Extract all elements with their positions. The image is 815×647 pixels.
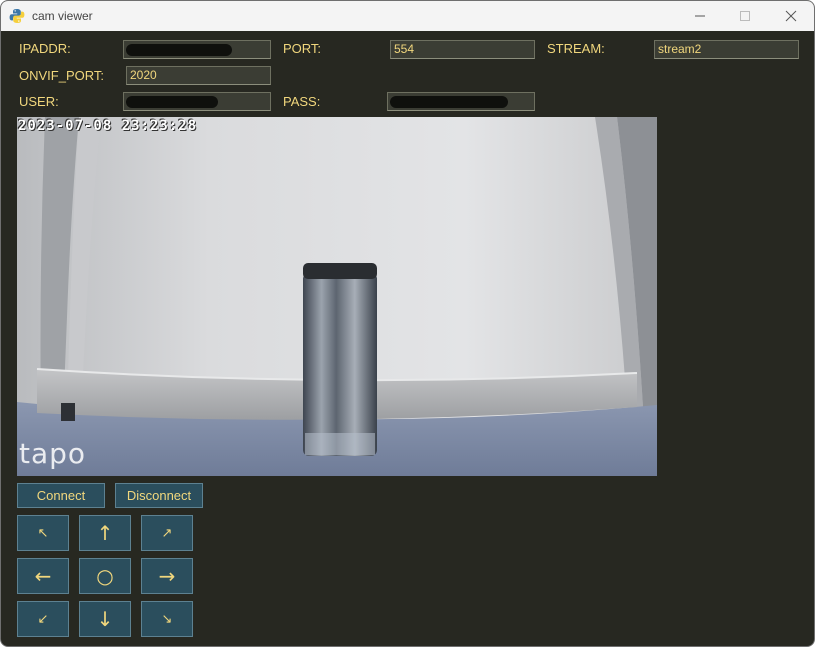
stream-label: STREAM: (547, 41, 605, 56)
tapo-watermark: tapo (19, 437, 87, 470)
ptz-down-left-button[interactable]: ↙ (17, 601, 69, 637)
ipaddr-input[interactable] (123, 40, 271, 59)
ptz-down-button[interactable]: ↓ (79, 601, 131, 637)
ipaddr-label: IPADDR: (19, 41, 71, 56)
ptz-left-button[interactable]: ← (17, 558, 69, 594)
redacted-value (126, 96, 218, 108)
bottle (303, 273, 377, 456)
camera-video-frame: 2023-07-08 23:23:28 tapo (17, 117, 657, 476)
user-label: USER: (19, 94, 59, 109)
title-bar[interactable]: cam viewer (1, 1, 814, 31)
redacted-value (390, 96, 508, 108)
onvif-port-input[interactable]: 2020 (126, 66, 271, 85)
onvif-port-label: ONVIF_PORT: (19, 68, 105, 83)
close-button[interactable] (768, 1, 814, 31)
user-input[interactable] (123, 92, 271, 111)
ptz-right-button[interactable]: → (141, 558, 193, 594)
app-window: cam viewer IPADDR: PORT: 554 STREAM: str… (0, 0, 815, 647)
ptz-up-right-button[interactable]: ↗ (141, 515, 193, 551)
stream-input[interactable]: stream2 (654, 40, 799, 59)
connect-button[interactable]: Connect (17, 483, 105, 508)
minimize-icon (695, 15, 705, 17)
ptz-down-right-button[interactable]: ↘ (141, 601, 193, 637)
video-timestamp: 2023-07-08 23:23:28 (18, 118, 198, 134)
port-input[interactable]: 554 (390, 40, 535, 59)
window-title: cam viewer (32, 9, 93, 23)
ptz-up-left-button[interactable]: ↖ (17, 515, 69, 551)
bottle-lid (303, 263, 377, 279)
pass-input[interactable] (387, 92, 535, 111)
redacted-value (126, 44, 232, 56)
ptz-up-button[interactable]: ↑ (79, 515, 131, 551)
minimize-button[interactable] (677, 1, 723, 31)
pass-label: PASS: (283, 94, 321, 109)
disconnect-button[interactable]: Disconnect (115, 483, 203, 508)
port-label: PORT: (283, 41, 322, 56)
close-icon (785, 10, 797, 22)
python-icon (9, 9, 25, 23)
maximize-icon (740, 11, 750, 21)
bottle-base (305, 433, 375, 455)
maximize-button[interactable] (722, 1, 768, 31)
ptz-home-button[interactable]: ○ (79, 558, 131, 594)
left-object (61, 403, 75, 421)
